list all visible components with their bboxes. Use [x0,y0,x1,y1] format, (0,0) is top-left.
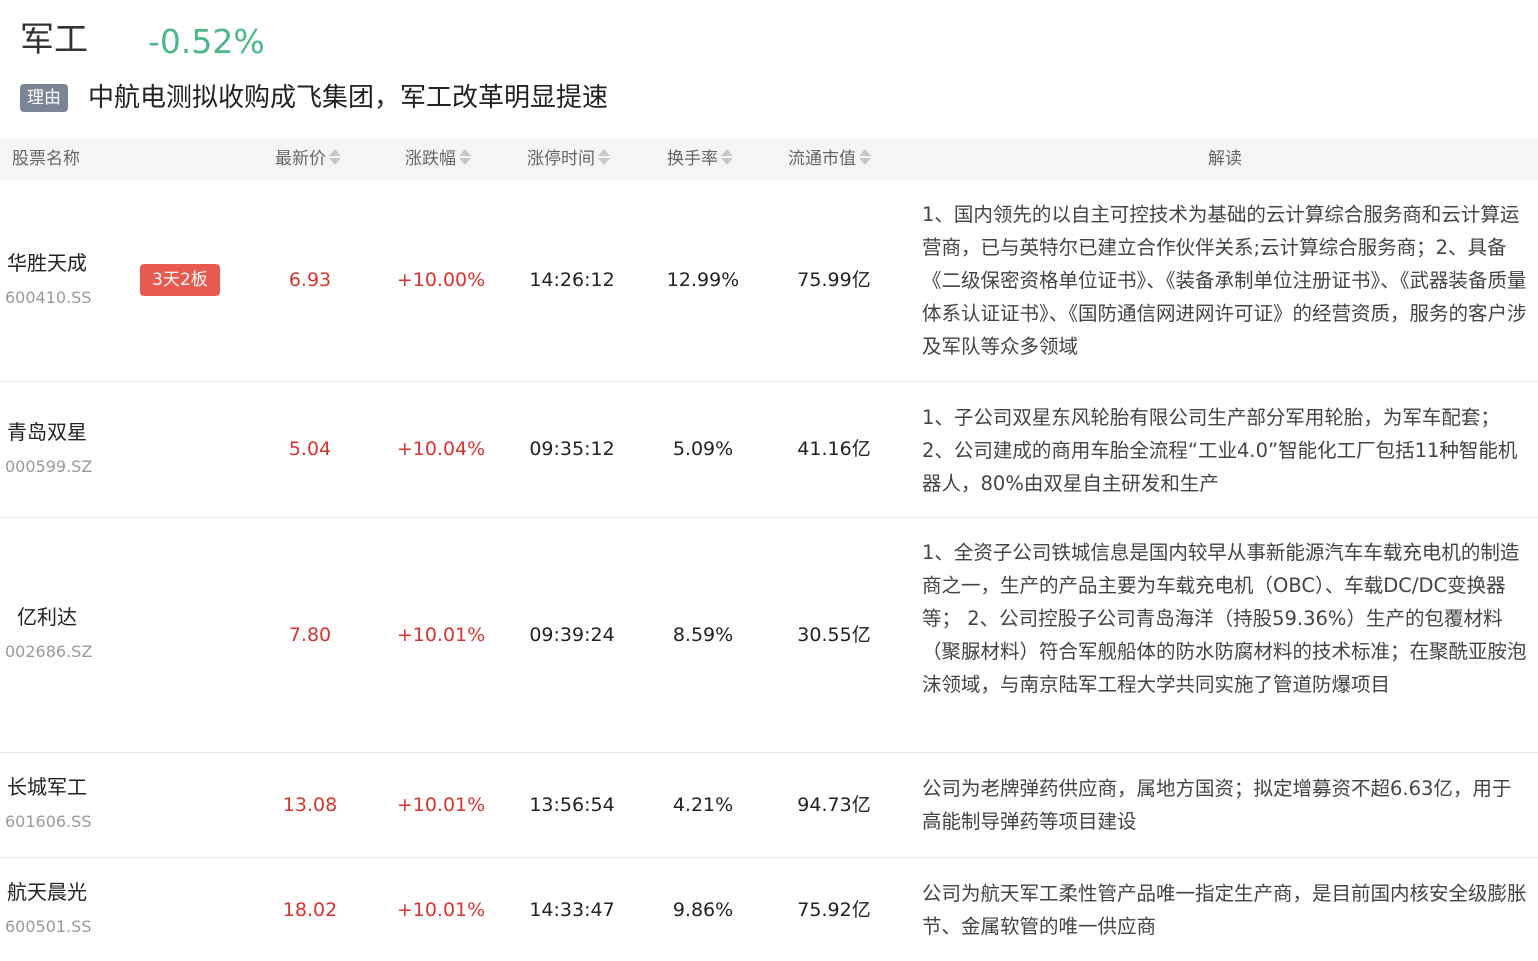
limit-up-time: 13:56:54 [529,794,615,816]
col-header-change[interactable]: 涨跌幅 [405,139,471,180]
col-header-market-cap-label: 流通市值 [788,149,856,169]
sort-icon[interactable] [459,148,471,166]
change-percent: +10.00% [396,269,486,291]
latest-price: 6.93 [288,269,332,291]
col-header-limit-time[interactable]: 涨停时间 [527,139,610,180]
latest-price: 5.04 [288,438,332,460]
interpretation-text: 1、国内领先的以自主可控技术为基础的云计算综合服务商和云计算运营商，已与英特尔已… [922,203,1527,358]
col-header-change-label: 涨跌幅 [405,149,456,169]
sector-title: 军工 [20,20,88,60]
stock-code: 600501.SS [5,917,92,936]
market-cap: 94.73亿 [797,794,871,816]
change-percent: +10.01% [396,899,486,921]
col-header-market-cap[interactable]: 流通市值 [788,139,871,180]
table-row[interactable]: 航天晨光 600501.SS 18.02 +10.01% 14:33:47 9.… [0,858,1538,961]
turnover-rate: 5.09% [672,438,734,460]
latest-price: 18.02 [282,899,338,921]
stock-code: 000599.SZ [5,457,93,476]
stock-code: 600410.SS [5,288,92,307]
market-cap: 75.92亿 [797,899,871,921]
stock-code: 002686.SZ [5,642,93,661]
table-row[interactable]: 青岛双星 000599.SZ 5.04 +10.04% 09:35:12 5.0… [0,382,1538,518]
reason-tag: 理由 [20,84,68,112]
change-percent: +10.04% [396,438,486,460]
interpretation-text: 1、全资子公司铁城信息是国内较早从事新能源汽车车载充电机的制造商之一，生产的产品… [922,541,1527,696]
sector-change: -0.52% [148,22,265,61]
col-header-limit-time-label: 涨停时间 [527,149,595,169]
col-header-price[interactable]: 最新价 [275,139,341,180]
table-header: 股票名称 最新价 涨跌幅 涨停时间 换手率 流通市值 解读 [0,139,1538,180]
reason-text: 中航电测拟收购成飞集团，军工改革明显提速 [88,83,609,113]
limit-up-time: 09:35:12 [529,438,615,460]
stock-name[interactable]: 亿利达 [17,604,77,630]
col-header-name: 股票名称 [12,139,80,180]
limit-up-time: 14:33:47 [529,899,615,921]
sort-icon[interactable] [329,148,341,166]
sort-icon[interactable] [598,148,610,166]
table-row[interactable]: 长城军工 601606.SS 13.08 +10.01% 13:56:54 4.… [0,753,1538,858]
change-percent: +10.01% [396,624,486,646]
col-header-turnover[interactable]: 换手率 [667,139,733,180]
latest-price: 7.80 [288,624,332,646]
sort-icon[interactable] [721,148,733,166]
table-row[interactable]: 亿利达 002686.SZ 7.80 +10.01% 09:39:24 8.59… [0,518,1538,753]
interpretation-text: 1、子公司双星东风轮胎有限公司生产部分军用轮胎，为军车配套； 2、公司建成的商用… [922,406,1518,495]
turnover-rate: 8.59% [672,624,734,646]
turnover-rate: 9.86% [672,899,734,921]
stock-name[interactable]: 长城军工 [7,774,87,800]
limit-up-time: 09:39:24 [529,624,615,646]
stock-name[interactable]: 青岛双星 [7,419,87,445]
stock-name[interactable]: 航天晨光 [7,879,87,905]
interpretation-text: 公司为航天军工柔性管产品唯一指定生产商，是目前国内核安全级膨胀节、金属软管的唯一… [922,882,1527,938]
change-percent: +10.01% [396,794,486,816]
stock-code: 601606.SS [5,812,92,831]
interpretation-text: 公司为老牌弹药供应商，属地方国资；拟定增募资不超6.63亿，用于高能制导弹药等项… [922,777,1512,833]
turnover-rate: 12.99% [666,269,740,291]
col-header-turnover-label: 换手率 [667,149,718,169]
col-header-name-label: 股票名称 [12,149,80,169]
market-cap: 75.99亿 [797,269,871,291]
stock-name[interactable]: 华胜天成 [7,250,87,276]
market-cap: 41.16亿 [797,438,871,460]
turnover-rate: 4.21% [672,794,734,816]
sector-detail-page: 军工 -0.52% 理由 中航电测拟收购成飞集团，军工改革明显提速 股票名称 最… [0,0,1538,961]
latest-price: 13.08 [282,794,338,816]
col-header-price-label: 最新价 [275,149,326,169]
market-cap: 30.55亿 [797,624,871,646]
col-header-interpretation-label: 解读 [1208,149,1242,169]
col-header-interpretation: 解读 [1208,139,1242,180]
sort-icon[interactable] [859,148,871,166]
table-row[interactable]: 华胜天成 600410.SS 3天2板 6.93 +10.00% 14:26:1… [0,180,1538,382]
limit-up-time: 14:26:12 [529,269,615,291]
streak-badge: 3天2板 [140,264,220,296]
